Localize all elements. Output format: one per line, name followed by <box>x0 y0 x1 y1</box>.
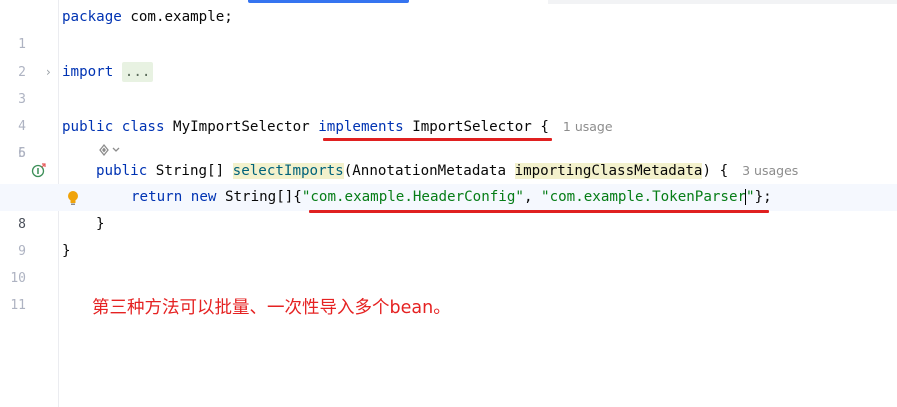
code-line-11[interactable]: 11 <box>0 265 897 313</box>
keyword-package: package <box>62 9 122 25</box>
code-text: package com.example; <box>62 4 233 31</box>
keyword-import: import <box>62 64 114 80</box>
code-text: import ... <box>62 59 154 86</box>
folded-imports[interactable]: ... <box>121 62 154 82</box>
code-line-7[interactable]: 7 I public String[] selectImports(Annota… <box>0 157 897 205</box>
code-line-1[interactable]: 1 package com.example; <box>0 4 897 52</box>
method-close-brace: } <box>96 216 105 232</box>
code-text: return new String[]{"com.example.HeaderC… <box>131 184 772 211</box>
code-text: public class MyImportSelector implements… <box>62 113 613 141</box>
method-open-brace: ) { <box>702 163 729 179</box>
array-close: }; <box>754 189 772 205</box>
string-literal-2: "com.example.TokenParser <box>541 189 747 205</box>
svg-text:I: I <box>37 167 40 176</box>
array-type: String[]{ <box>216 189 302 205</box>
code-text: public String[] selectImports(Annotation… <box>96 157 798 185</box>
keyword-new: new <box>190 189 217 205</box>
keyword-public: public <box>96 163 148 179</box>
annotation-note: 第三种方法可以批量、一次性导入多个bean。 <box>92 298 451 318</box>
code-line-6[interactable]: 6 public class MyImportSelector implemen… <box>0 113 897 161</box>
keyword-public: public <box>62 119 114 135</box>
class-name: MyImportSelector <box>164 119 319 135</box>
code-line-2[interactable]: 2 <box>0 32 897 80</box>
comma: , <box>523 189 542 205</box>
interface-name: ImportSelector { <box>403 119 549 135</box>
implements-method-gutter-icon[interactable]: I <box>31 163 46 178</box>
text-caret: " <box>745 189 755 205</box>
red-underline-implements <box>323 138 552 141</box>
keyword-class: class <box>121 119 165 135</box>
code-line-3[interactable]: 3 › import ... <box>0 59 897 107</box>
fold-expand-icon[interactable]: › <box>46 59 51 86</box>
keyword-implements: implements <box>318 119 404 135</box>
active-tab-indicator[interactable] <box>248 0 409 3</box>
line-number: 11 <box>10 298 26 313</box>
usage-hint[interactable]: 1 usage <box>563 119 613 134</box>
keyword-return: return <box>131 189 183 205</box>
code-line-9[interactable]: 9 } <box>0 211 897 259</box>
intention-bulb-icon[interactable] <box>66 190 80 206</box>
code-line-8[interactable]: 8 return new String[]{"com.example.Heade… <box>0 184 897 232</box>
code-line-10[interactable]: 10 } <box>0 238 897 286</box>
red-underline-string-array <box>309 210 769 213</box>
class-close-brace: } <box>62 243 71 259</box>
string-literal-1: "com.example.HeaderConfig" <box>301 189 524 205</box>
return-type: String[] <box>147 163 233 179</box>
param-name: importingClassMetadata <box>514 163 703 179</box>
code-line-4[interactable]: 4 <box>0 86 897 134</box>
usage-hint[interactable]: 3 usages <box>742 163 798 178</box>
package-name: com.example; <box>121 9 233 25</box>
method-name: selectImports <box>232 163 344 179</box>
param-type: (AnnotationMetadata <box>343 163 515 179</box>
